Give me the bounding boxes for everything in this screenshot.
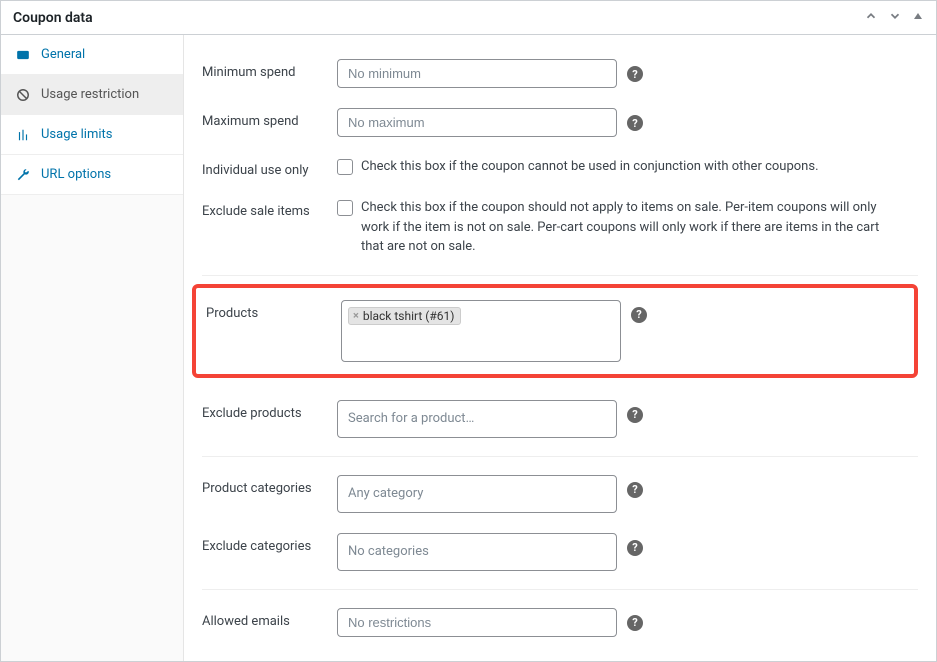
- panel-body: General Usage restriction Usage limits U…: [1, 35, 936, 661]
- row-products: Products × black tshirt (#61) ?: [196, 298, 904, 364]
- limits-icon: [15, 128, 31, 142]
- help-icon[interactable]: ?: [627, 615, 643, 631]
- sidebar-item-label: Usage limits: [41, 127, 112, 142]
- row-maximum-spend: Maximum spend ?: [202, 98, 918, 147]
- row-product-categories: Product categories Any category ?: [202, 465, 918, 523]
- sidebar-item-label: General: [41, 47, 85, 62]
- wrench-icon: [15, 168, 31, 182]
- content-area: Minimum spend ? Maximum spend ? Individu…: [184, 35, 936, 661]
- toggle-panel-icon[interactable]: [912, 10, 924, 25]
- label-product-categories: Product categories: [202, 475, 337, 496]
- exclude-sale-desc: Check this box if the coupon should not …: [361, 198, 901, 257]
- exclude-categories-select[interactable]: No categories: [337, 533, 617, 571]
- products-select[interactable]: × black tshirt (#61): [341, 300, 621, 362]
- label-allowed-emails: Allowed emails: [202, 608, 337, 629]
- exclude-products-select[interactable]: Search for a product…: [337, 400, 617, 438]
- label-exclude-sale: Exclude sale items: [202, 198, 337, 219]
- row-exclude-sale: Exclude sale items Check this box if the…: [202, 188, 918, 267]
- product-tag: × black tshirt (#61): [348, 307, 461, 325]
- move-down-icon[interactable]: [888, 9, 902, 26]
- row-exclude-categories: Exclude categories No categories ?: [202, 523, 918, 581]
- divider: [202, 456, 918, 457]
- product-categories-select[interactable]: Any category: [337, 475, 617, 513]
- divider: [202, 589, 918, 590]
- maximum-spend-input[interactable]: [337, 108, 617, 137]
- row-exclude-products: Exclude products Search for a product… ?: [202, 390, 918, 448]
- help-icon[interactable]: ?: [631, 307, 647, 323]
- sidebar-item-usage-limits[interactable]: Usage limits: [1, 115, 183, 155]
- sidebar-item-url-options[interactable]: URL options: [1, 155, 183, 195]
- exclude-products-placeholder: Search for a product…: [348, 411, 474, 426]
- help-icon[interactable]: ?: [627, 482, 643, 498]
- product-tag-label: black tshirt (#61): [363, 309, 455, 323]
- restriction-icon: [15, 88, 31, 102]
- panel-actions: [864, 9, 924, 26]
- help-icon[interactable]: ?: [627, 540, 643, 556]
- sidebar: General Usage restriction Usage limits U…: [1, 35, 184, 661]
- exclude-sale-checkbox[interactable]: [337, 200, 353, 216]
- label-products: Products: [206, 300, 341, 321]
- products-highlight: Products × black tshirt (#61) ?: [192, 284, 918, 378]
- divider: [202, 275, 918, 276]
- sidebar-item-label: Usage restriction: [41, 87, 139, 102]
- row-allowed-emails: Allowed emails ?: [202, 598, 918, 647]
- individual-use-checkbox[interactable]: [337, 159, 353, 175]
- sidebar-item-general[interactable]: General: [1, 35, 183, 75]
- label-exclude-categories: Exclude categories: [202, 533, 337, 554]
- row-individual-use: Individual use only Check this box if th…: [202, 147, 918, 188]
- individual-use-desc: Check this box if the coupon cannot be u…: [361, 157, 819, 177]
- sidebar-item-label: URL options: [41, 167, 111, 182]
- help-icon[interactable]: ?: [627, 115, 643, 131]
- allowed-emails-input[interactable]: [337, 608, 617, 637]
- label-minimum-spend: Minimum spend: [202, 59, 337, 80]
- exclude-categories-placeholder: No categories: [348, 544, 429, 559]
- minimum-spend-input[interactable]: [337, 59, 617, 88]
- general-icon: [15, 48, 31, 62]
- help-icon[interactable]: ?: [627, 407, 643, 423]
- label-maximum-spend: Maximum spend: [202, 108, 337, 129]
- label-exclude-products: Exclude products: [202, 400, 337, 421]
- remove-tag-icon[interactable]: ×: [353, 309, 359, 322]
- panel-title: Coupon data: [13, 10, 93, 26]
- panel-header: Coupon data: [1, 1, 936, 35]
- sidebar-item-usage-restriction[interactable]: Usage restriction: [1, 75, 183, 115]
- coupon-data-panel: Coupon data General: [0, 0, 937, 662]
- move-up-icon[interactable]: [864, 9, 878, 26]
- help-icon[interactable]: ?: [627, 66, 643, 82]
- label-individual-use: Individual use only: [202, 157, 337, 178]
- row-minimum-spend: Minimum spend ?: [202, 49, 918, 98]
- product-categories-placeholder: Any category: [348, 486, 423, 501]
